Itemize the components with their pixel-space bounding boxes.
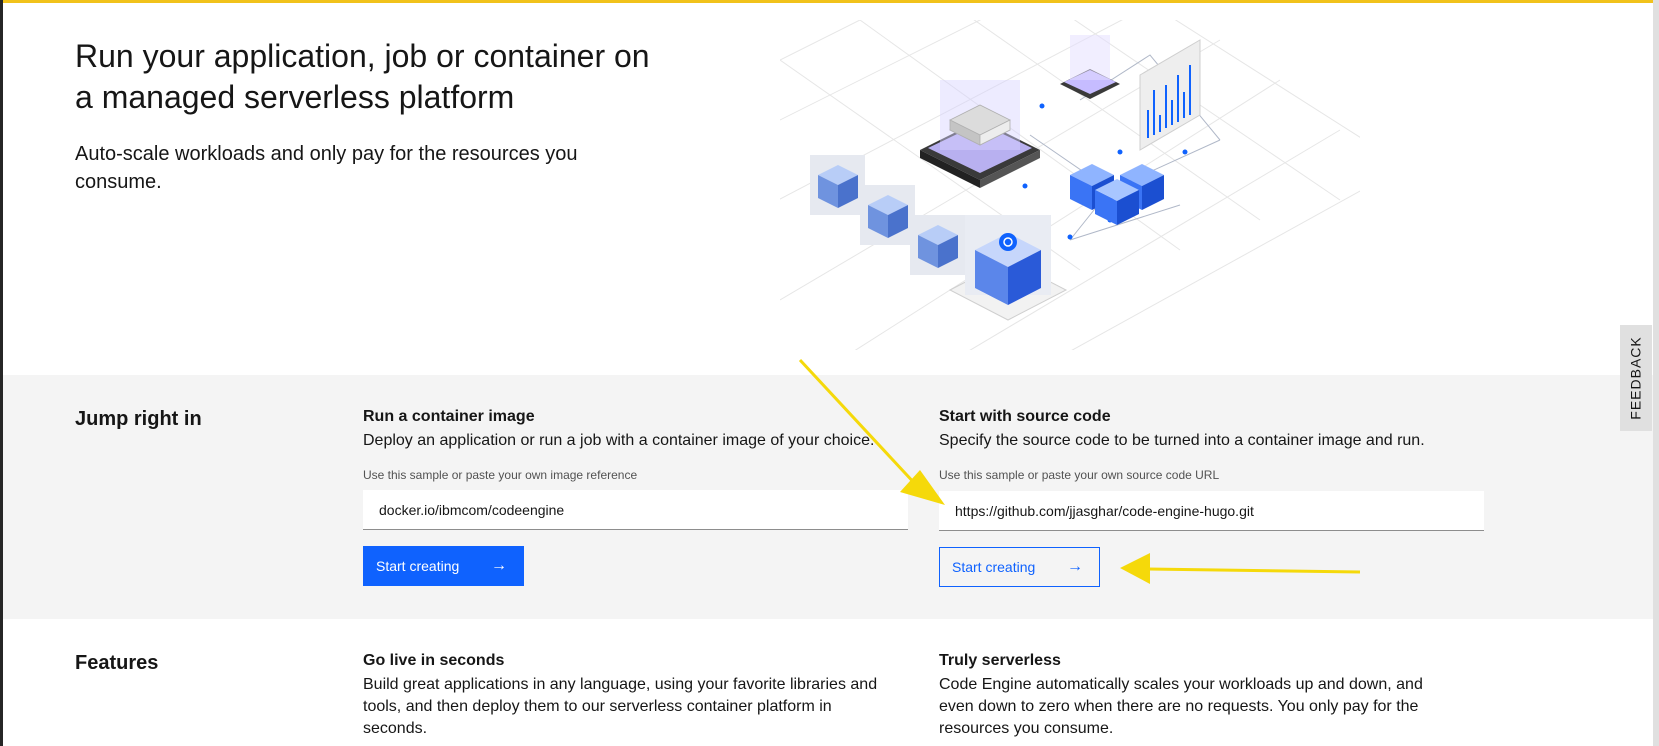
window-left-edge: [0, 0, 3, 746]
source-card-title: Start with source code: [939, 408, 1111, 425]
image-reference-input[interactable]: [363, 490, 908, 530]
start-creating-container-button[interactable]: Start creating →: [363, 546, 524, 586]
features-heading: Features: [75, 652, 159, 674]
start-creating-source-button[interactable]: Start creating →: [939, 547, 1100, 587]
source-field-label: Use this sample or paste your own source…: [939, 468, 1220, 482]
top-notice-strip: [0, 0, 1659, 3]
feature-description: Code Engine automatically scales your wo…: [939, 676, 1423, 737]
feature-title: Go live in seconds: [363, 652, 505, 669]
arrow-right-icon: →: [491, 557, 507, 574]
container-field-label: Use this sample or paste your own image …: [363, 468, 638, 482]
feature-title: Truly serverless: [939, 652, 1061, 669]
feedback-label: FEEDBACK: [1628, 336, 1644, 420]
page-title: Run your application, job or container o…: [75, 38, 650, 115]
container-card-title: Run a container image: [363, 408, 535, 425]
page-subtitle: Auto-scale workloads and only pay for th…: [75, 143, 578, 193]
start-creating-container-label: Start creating: [376, 558, 460, 574]
serverless-platform-illustration: [780, 20, 1360, 350]
feature-description: Build great applications in any language…: [363, 676, 878, 737]
feedback-tab[interactable]: FEEDBACK: [1620, 325, 1652, 431]
start-creating-source-label: Start creating: [952, 559, 1036, 575]
source-code-url-input[interactable]: [939, 491, 1484, 531]
source-card-description: Specify the source code to be turned int…: [939, 432, 1425, 449]
jump-right-in-heading: Jump right in: [75, 408, 202, 430]
arrow-right-icon: →: [1067, 558, 1083, 575]
container-card-description: Deploy an application or run a job with …: [363, 432, 875, 449]
scrollbar-track[interactable]: [1653, 0, 1659, 746]
